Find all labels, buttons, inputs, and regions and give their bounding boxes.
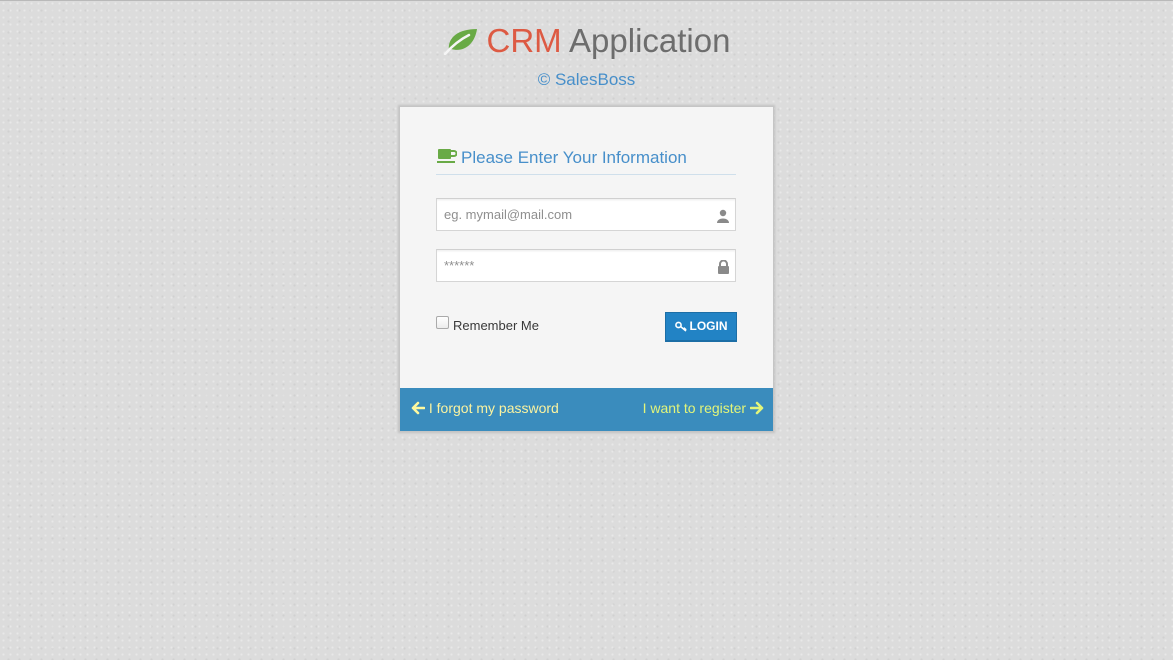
- app-title: CRM Application: [0, 19, 1173, 66]
- remember-me[interactable]: Remember Me: [436, 316, 539, 333]
- forgot-password-link[interactable]: I forgot my password: [411, 400, 559, 418]
- user-icon: [716, 208, 730, 227]
- email-field[interactable]: [436, 198, 736, 231]
- register-label: I want to register: [642, 400, 747, 416]
- remember-label: Remember Me: [453, 318, 539, 333]
- key-icon: [674, 315, 687, 341]
- password-input[interactable]: [437, 250, 721, 281]
- login-toolbar: I forgot my password I want to register: [400, 388, 773, 431]
- login-header-text: Please Enter Your Information: [461, 148, 687, 167]
- login-button[interactable]: LOGIN: [665, 312, 737, 342]
- register-link[interactable]: I want to register: [643, 400, 764, 418]
- arrow-right-icon: [749, 401, 764, 418]
- title-application: Application: [569, 22, 731, 59]
- lock-icon: [717, 259, 730, 278]
- forgot-password-label: I forgot my password: [428, 400, 559, 416]
- login-box: Please Enter Your Information Remember M…: [399, 106, 774, 432]
- brand-subtitle: © SalesBoss: [537, 70, 636, 89]
- leaf-icon: [443, 22, 479, 66]
- email-input[interactable]: [437, 199, 721, 230]
- remember-checkbox[interactable]: [436, 316, 449, 329]
- login-button-label: LOGIN: [689, 319, 728, 333]
- brand-header: CRM Application © SalesBoss: [0, 19, 1173, 90]
- password-field[interactable]: [436, 249, 736, 282]
- title-crm: CRM: [486, 22, 562, 59]
- arrow-left-icon: [411, 401, 426, 418]
- login-header: Please Enter Your Information: [436, 144, 736, 175]
- coffee-icon: [437, 148, 458, 169]
